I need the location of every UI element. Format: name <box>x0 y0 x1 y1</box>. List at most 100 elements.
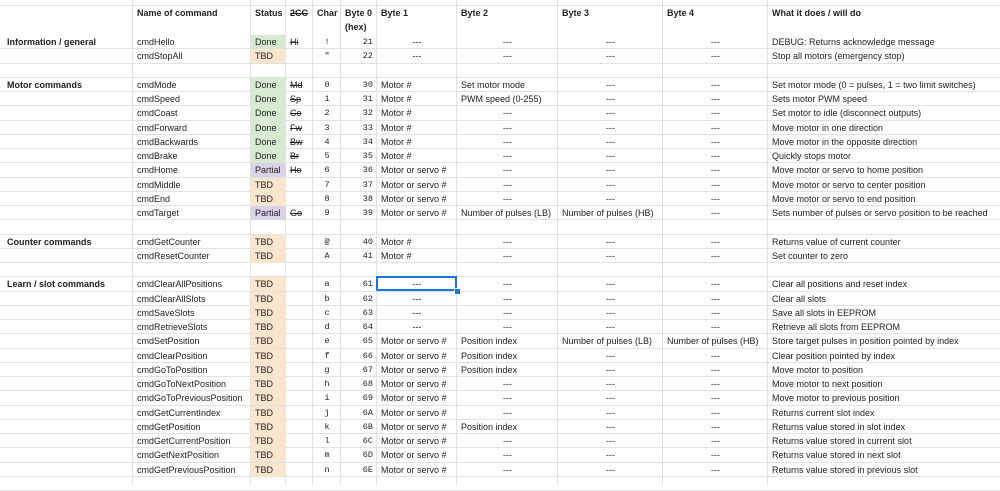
cell-b3[interactable]: --- <box>558 92 663 106</box>
cell-name[interactable]: cmdGetCounter <box>133 235 251 249</box>
cell-char[interactable]: " <box>313 49 341 63</box>
cell-b4[interactable]: --- <box>663 149 768 163</box>
header-what[interactable]: What it does / will do <box>768 6 1000 20</box>
cell-name[interactable]: cmdGetPosition <box>133 420 251 434</box>
header-name[interactable]: Name of command <box>133 6 251 20</box>
cell-b2[interactable]: --- <box>457 235 558 249</box>
cell-byte0[interactable]: 21 <box>341 35 377 49</box>
cell-b2[interactable]: --- <box>457 192 558 206</box>
cell-char[interactable]: n <box>313 463 341 477</box>
cell-b1[interactable]: Motor # <box>377 92 457 106</box>
cell-b4[interactable]: --- <box>663 406 768 420</box>
cell-byte0[interactable]: 6B <box>341 420 377 434</box>
cell-b2[interactable]: --- <box>457 135 558 149</box>
cell-what[interactable]: Store target pulses in position pointed … <box>768 334 1000 348</box>
cell-b3[interactable]: --- <box>558 149 663 163</box>
cell-b1[interactable]: Motor or servo # <box>377 349 457 363</box>
cell-byte0[interactable]: 33 <box>341 121 377 135</box>
cell-b2[interactable]: --- <box>457 121 558 135</box>
cell-b1[interactable]: Motor # <box>377 121 457 135</box>
cell-status[interactable]: TBD <box>251 178 286 192</box>
cell-byte0[interactable]: 34 <box>341 135 377 149</box>
header-byte0-hex[interactable]: (hex) <box>341 20 377 34</box>
cell-b3[interactable]: --- <box>558 106 663 120</box>
cell-char[interactable]: 4 <box>313 135 341 149</box>
cell-b1[interactable]: Motor or servo # <box>377 334 457 348</box>
header-2cc[interactable]: 2CC <box>286 6 313 20</box>
cell-b1[interactable]: Motor or servo # <box>377 377 457 391</box>
cell-b1[interactable]: Motor or servo # <box>377 463 457 477</box>
cell-b4[interactable]: --- <box>663 106 768 120</box>
cell-b2[interactable]: PWM speed (0-255) <box>457 92 558 106</box>
cell-char[interactable]: 5 <box>313 149 341 163</box>
cell-b1[interactable]: Motor or servo # <box>377 206 457 220</box>
cell-status[interactable]: Partial <box>251 163 286 177</box>
cell-what[interactable]: Save all slots in EEPROM <box>768 306 1000 320</box>
cell-status[interactable]: TBD <box>251 277 286 291</box>
cell-char[interactable]: c <box>313 306 341 320</box>
header-byte0[interactable]: Byte 0 <box>341 6 377 20</box>
cell-b3[interactable]: --- <box>558 192 663 206</box>
cell-b2[interactable]: --- <box>457 106 558 120</box>
cell-name[interactable]: cmdClearAllSlots <box>133 292 251 306</box>
cell-what[interactable]: Move motor in the opposite direction <box>768 135 1000 149</box>
cell-b1[interactable]: --- <box>377 320 457 334</box>
cell-char[interactable]: 1 <box>313 92 341 106</box>
cell-b2[interactable]: --- <box>457 320 558 334</box>
cell-status[interactable]: TBD <box>251 192 286 206</box>
cell-b4[interactable]: --- <box>663 192 768 206</box>
cell-status[interactable]: TBD <box>251 306 286 320</box>
cell-name[interactable]: cmdGoToPreviousPosition <box>133 391 251 405</box>
cell-b2[interactable]: --- <box>457 35 558 49</box>
cell-name[interactable]: cmdBrake <box>133 149 251 163</box>
cell-b4[interactable]: --- <box>663 121 768 135</box>
cell-status[interactable]: TBD <box>251 235 286 249</box>
cell-b3[interactable]: --- <box>558 391 663 405</box>
cell-b2[interactable]: --- <box>457 377 558 391</box>
cell-twocc[interactable]: Co <box>286 106 313 120</box>
cell-byte0[interactable]: 30 <box>341 78 377 92</box>
cell-b2[interactable]: --- <box>457 448 558 462</box>
cell-twocc[interactable]: Ho <box>286 163 313 177</box>
cell-b1[interactable]: --- <box>377 35 457 49</box>
cell-what[interactable]: Returns current slot index <box>768 406 1000 420</box>
spreadsheet[interactable]: Name of command Status 2CC Char Byte 0 (… <box>0 0 1000 491</box>
cell-b4[interactable]: --- <box>663 391 768 405</box>
cell-b1[interactable]: Motor or servo # <box>377 406 457 420</box>
cell-b3[interactable]: --- <box>558 406 663 420</box>
cell-char[interactable]: 2 <box>313 106 341 120</box>
cell-b1[interactable]: Motor # <box>377 149 457 163</box>
cell-byte0[interactable]: 31 <box>341 92 377 106</box>
cell-byte0[interactable]: 38 <box>341 192 377 206</box>
cell-b3[interactable]: --- <box>558 135 663 149</box>
cell-b2[interactable]: Set motor mode <box>457 78 558 92</box>
cell-what[interactable]: Move motor or servo to center position <box>768 178 1000 192</box>
cell-byte0[interactable]: 65 <box>341 334 377 348</box>
cell-char[interactable]: i <box>313 391 341 405</box>
cell-name[interactable]: cmdClearAllPositions <box>133 277 251 291</box>
cell-b3[interactable]: --- <box>558 448 663 462</box>
cell-what[interactable]: Move motor to next position <box>768 377 1000 391</box>
cell-byte0[interactable]: 37 <box>341 178 377 192</box>
cell-what[interactable]: Stop all motors (emergency stop) <box>768 49 1000 63</box>
cell-b1[interactable]: Motor # <box>377 135 457 149</box>
cell-byte0[interactable]: 6A <box>341 406 377 420</box>
cell-b3[interactable]: --- <box>558 178 663 192</box>
cell-b4[interactable]: --- <box>663 206 768 220</box>
cell-what[interactable]: Returns value stored in current slot <box>768 434 1000 448</box>
cell-char[interactable]: m <box>313 448 341 462</box>
cell-b4[interactable]: --- <box>663 434 768 448</box>
cell-name[interactable]: cmdCoast <box>133 106 251 120</box>
header-byte3[interactable]: Byte 3 <box>558 6 663 20</box>
cell-b2[interactable]: --- <box>457 49 558 63</box>
fill-handle[interactable] <box>454 288 461 295</box>
cell-b4[interactable]: --- <box>663 277 768 291</box>
cell-what[interactable]: Clear position pointed by index <box>768 349 1000 363</box>
cell-b3[interactable]: --- <box>558 292 663 306</box>
cell-status[interactable]: TBD <box>251 420 286 434</box>
cell-what[interactable]: Set motor to idle (disconnect outputs) <box>768 106 1000 120</box>
cell-char[interactable]: ! <box>313 35 341 49</box>
cell-status[interactable]: Done <box>251 92 286 106</box>
cell-byte0[interactable]: 6E <box>341 463 377 477</box>
cell-b3[interactable]: --- <box>558 121 663 135</box>
